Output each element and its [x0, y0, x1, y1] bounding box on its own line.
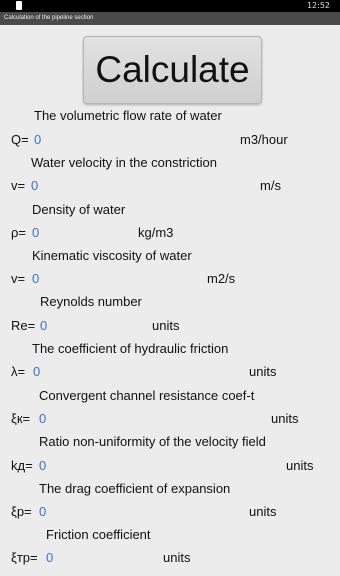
status-bar: 12:52: [0, 0, 340, 12]
flow-rate-field[interactable]: 0: [34, 131, 41, 149]
param-unit: m/s: [260, 178, 281, 193]
param-unit: m3/hour: [240, 132, 288, 147]
param-symbol: ξтр=: [11, 550, 38, 565]
param-label-reynolds: Reynolds number: [40, 294, 142, 309]
param-unit: units: [249, 504, 277, 519]
title-bar: Calculation of the pipeline section: [0, 12, 340, 25]
param-label-convergent-resistance: Convergent channel resistance coef-t: [39, 388, 255, 403]
param-label-density: Density of water: [32, 202, 126, 217]
param-unit: units: [163, 550, 191, 565]
param-row-hydraulic-friction: λ= 0 units: [0, 363, 340, 381]
param-row-friction: ξтр= 0 units: [0, 549, 340, 567]
param-label-hydraulic-friction: The coefficient of hydraulic friction: [32, 341, 229, 356]
friction-field[interactable]: 0: [46, 549, 53, 567]
hydraulic-friction-field[interactable]: 0: [33, 363, 40, 381]
param-symbol: ρ=: [11, 225, 26, 240]
param-label-flow-rate: The volumetric flow rate of water: [34, 108, 222, 123]
convergent-resistance-field[interactable]: 0: [39, 410, 46, 428]
nonuniformity-field[interactable]: 0: [39, 457, 46, 475]
notification-icon: [16, 1, 22, 10]
param-label-nonuniformity: Ratio non-uniformity of the velocity fie…: [39, 434, 266, 449]
reynolds-field[interactable]: 0: [40, 317, 47, 335]
param-row-density: ρ= 0 kg/m3: [0, 224, 340, 242]
param-unit: m2/s: [207, 271, 236, 286]
param-label-expansion-drag: The drag coefficient of expansion: [39, 481, 231, 496]
param-symbol: v=: [11, 271, 26, 286]
expansion-drag-field[interactable]: 0: [39, 503, 46, 521]
param-unit: units: [271, 411, 299, 426]
app-title: Calculation of the pipeline section: [4, 15, 94, 21]
param-unit: units: [249, 364, 277, 379]
param-symbol: λ=: [11, 364, 26, 379]
param-symbol: ξр=: [11, 504, 32, 519]
param-symbol: ξк=: [11, 411, 31, 426]
param-symbol: kд=: [11, 458, 33, 473]
param-symbol: v=: [11, 178, 26, 193]
param-unit: units: [152, 318, 180, 333]
param-unit: units: [286, 458, 314, 473]
viscosity-field[interactable]: 0: [32, 270, 39, 288]
param-symbol: Q=: [11, 132, 29, 147]
param-row-velocity: v= 0 m/s: [0, 177, 340, 195]
param-row-reynolds: Re= 0 units: [0, 317, 340, 335]
status-time: 12:52: [306, 1, 330, 10]
param-label-friction: Friction coefficient: [46, 527, 151, 542]
velocity-field[interactable]: 0: [31, 177, 38, 195]
param-row-convergent-resistance: ξк= 0 units: [0, 410, 340, 428]
main-content: Calculate The volumetric flow rate of wa…: [0, 25, 340, 576]
param-row-flow-rate: Q= 0 m3/hour: [0, 131, 340, 149]
param-label-viscosity: Kinematic viscosity of water: [32, 248, 192, 263]
param-row-nonuniformity: kд= 0 units: [0, 457, 340, 475]
param-symbol: Re=: [11, 318, 36, 333]
param-row-expansion-drag: ξр= 0 units: [0, 503, 340, 521]
param-row-viscosity: v= 0 m2/s: [0, 270, 340, 288]
param-unit: kg/m3: [138, 225, 174, 240]
calculate-button[interactable]: Calculate: [83, 36, 262, 104]
density-field[interactable]: 0: [32, 224, 39, 242]
param-label-velocity: Water velocity in the constriction: [31, 155, 217, 170]
app-screen: 12:52 Calculation of the pipeline sectio…: [0, 0, 340, 576]
